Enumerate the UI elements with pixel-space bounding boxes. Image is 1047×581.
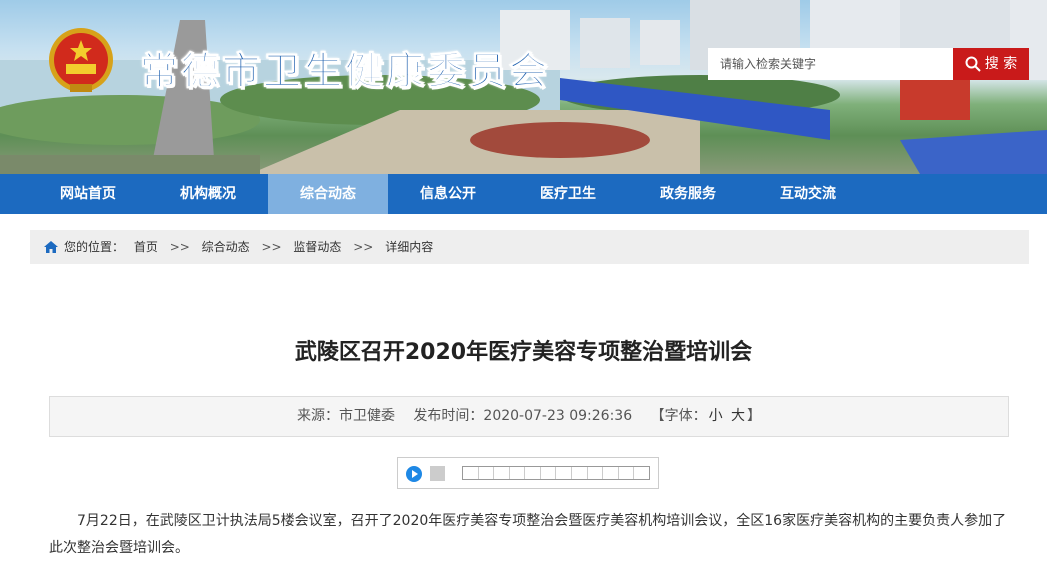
main-nav: 网站首页 机构概况 综合动态 信息公开 医疗卫生 政务服务 互动交流 (0, 174, 1047, 214)
site-header: 常德市卫生健康委员会 请输入检索关键字 搜 索 (0, 0, 1047, 174)
article-source: 来源：市卫健委 (296, 408, 395, 424)
search-input[interactable]: 请输入检索关键字 (708, 48, 953, 80)
nav-item-home[interactable]: 网站首页 (28, 174, 148, 214)
home-icon (44, 241, 58, 253)
breadcrumb-separator: >> (353, 240, 374, 254)
search-button[interactable]: 搜 索 (953, 48, 1029, 80)
nav-item-interaction[interactable]: 互动交流 (748, 174, 868, 214)
site-title: 常德市卫生健康委员会 (139, 49, 551, 94)
breadcrumb-separator: >> (261, 240, 282, 254)
font-size-end: 】 (747, 408, 762, 424)
audio-progress-bar[interactable] (462, 466, 650, 480)
font-size-switcher: 【字体：小 大】 (651, 408, 761, 424)
breadcrumb-home[interactable]: 首页 (134, 240, 158, 254)
article-publish-time: 发布时间：2020-07-23 09:26:36 (413, 408, 633, 424)
nav-item-news[interactable]: 综合动态 (268, 174, 388, 214)
font-size-label: 【字体： (650, 408, 707, 424)
breadcrumb: 您的位置： 首页 >> 综合动态 >> 监督动态 >> 详细内容 (30, 230, 1029, 264)
nav-item-services[interactable]: 政务服务 (628, 174, 748, 214)
font-big-link[interactable]: 大 (731, 408, 745, 424)
national-emblem-icon (49, 28, 113, 92)
breadcrumb-separator: >> (169, 240, 190, 254)
article-paragraph: 7月22日，在武陵区卫计执法局5楼会议室，召开了2020年医疗美容专项整治会暨医… (49, 513, 1007, 556)
play-icon[interactable] (406, 466, 422, 482)
font-small-link[interactable]: 小 (709, 408, 723, 424)
article-title: 武陵区召开2020年医疗美容专项整治暨培训会 (294, 340, 753, 365)
nav-item-about[interactable]: 机构概况 (148, 174, 268, 214)
search-button-label: 搜 索 (984, 56, 1018, 72)
breadcrumb-current: 详细内容 (385, 240, 434, 254)
article-meta: 来源：市卫健委 发布时间：2020-07-23 09:26:36 【字体：小 大… (49, 396, 1009, 437)
nav-item-info[interactable]: 信息公开 (388, 174, 508, 214)
audio-player (397, 457, 659, 489)
nav-item-medical[interactable]: 医疗卫生 (508, 174, 628, 214)
breadcrumb-prefix: 您的位置： (64, 240, 125, 254)
search-icon (965, 56, 981, 72)
breadcrumb-supervision[interactable]: 监督动态 (293, 240, 341, 254)
breadcrumb-news[interactable]: 综合动态 (202, 240, 250, 254)
stop-icon[interactable] (430, 466, 445, 481)
